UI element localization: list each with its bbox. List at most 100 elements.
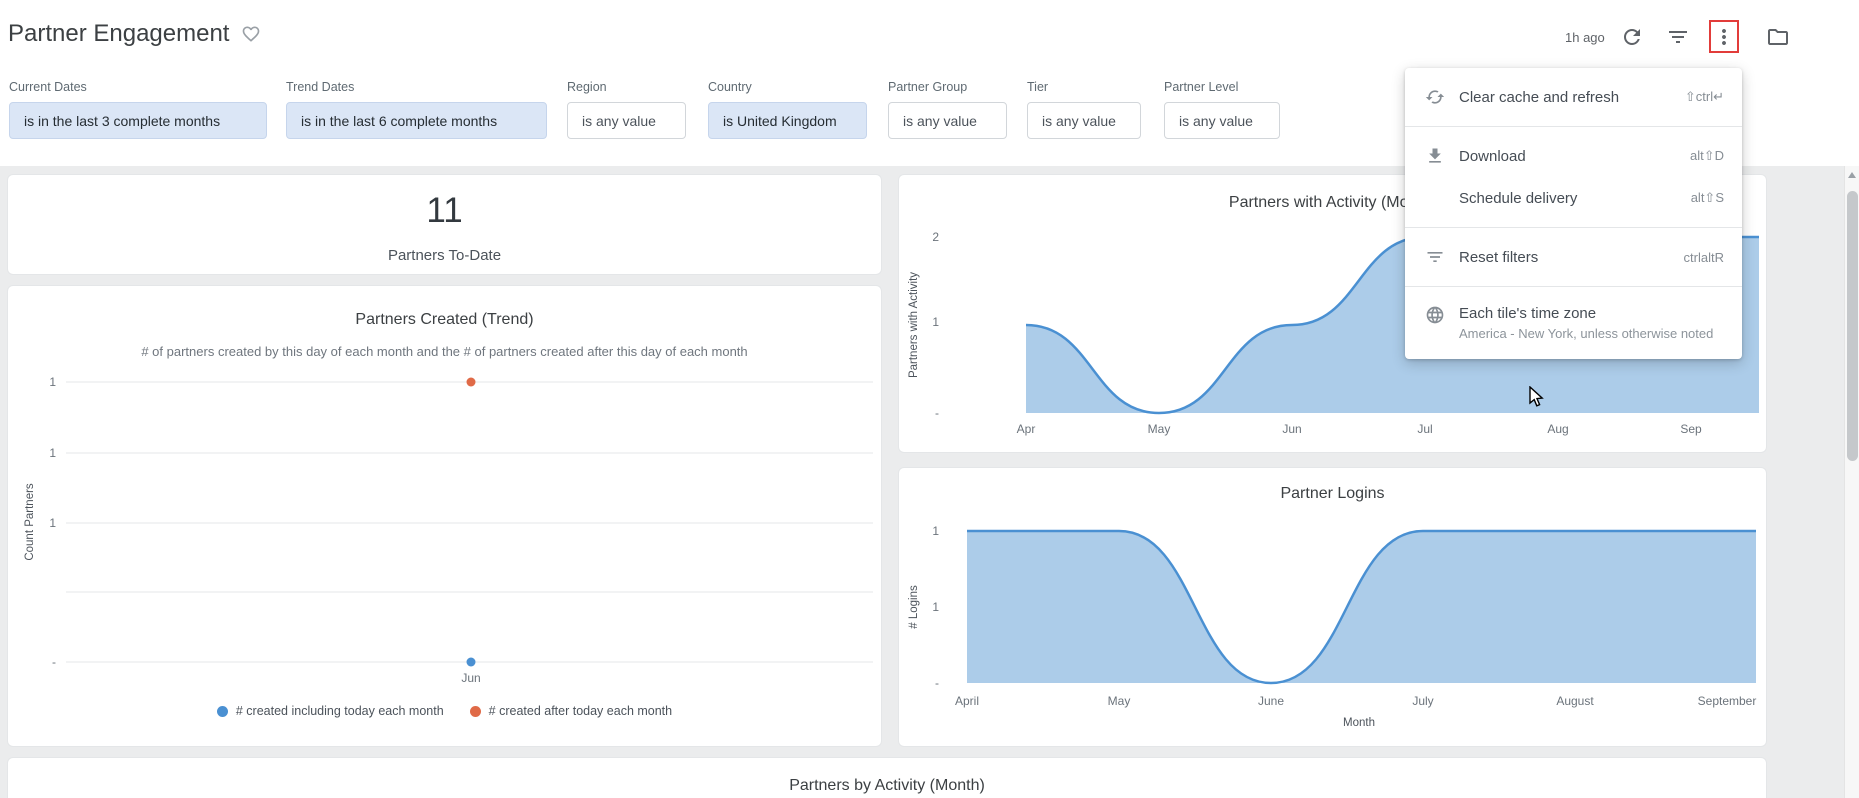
y-tick: 1 [932, 524, 939, 538]
filter-chip-tier[interactable]: is any value [1027, 102, 1141, 139]
y-tick: 1 [49, 375, 56, 389]
tile-options-menu: Clear cache and refresh ⇧ctrl↵ Download … [1405, 68, 1742, 359]
icon-placeholder [1425, 188, 1445, 208]
x-tick: May [1148, 422, 1171, 436]
filter-label: Trend Dates [286, 80, 355, 94]
filter-label: Partner Level [1164, 80, 1239, 94]
menu-item-shortcut: alt⇧S [1690, 190, 1724, 205]
download-icon [1429, 148, 1441, 163]
x-tick: Sep [1680, 422, 1702, 436]
y-tick: 1 [49, 516, 56, 530]
x-tick: June [1258, 694, 1284, 708]
menu-item-shortcut: alt⇧D [1689, 148, 1724, 163]
kpi-value: 11 [426, 191, 463, 230]
legend-swatch [216, 705, 228, 717]
menu-item-label: Reset filters [1459, 248, 1539, 266]
y-tick: - [935, 676, 939, 690]
tile-partners-to-date: 11 Partners To-Date [7, 174, 882, 275]
scrollbar-up-arrow[interactable] [1848, 172, 1856, 178]
legend-item-created-after[interactable]: # created after today each month [469, 704, 673, 718]
menu-item-reset-filters[interactable]: Reset filters ctrlaltR [1405, 236, 1742, 278]
last-refresh-timestamp: 1h ago [1565, 30, 1605, 45]
dashboard-page: Partner Engagement 1h ago Current Dates … [0, 0, 1859, 798]
y-tick: 1 [49, 446, 56, 460]
kpi-label: Partners To-Date [387, 247, 502, 264]
y-tick: - [52, 655, 56, 669]
filter-label: Partner Group [888, 80, 968, 94]
menu-item-clear-cache[interactable]: Clear cache and refresh ⇧ctrl↵ [1405, 76, 1742, 118]
menu-item-label: Clear cache and refresh [1459, 88, 1620, 106]
vertical-scrollbar [1844, 166, 1859, 798]
dashboard-header: Partner Engagement [8, 20, 261, 48]
data-point-created-including[interactable] [466, 657, 476, 667]
area-fill [967, 531, 1756, 683]
tile-partner-logins: Partner Logins 1 1 - # Logins April May … [898, 467, 1767, 747]
globe-icon [1426, 306, 1444, 324]
tile-partners-created-trend: Partners Created (Trend) # of partners c… [7, 285, 882, 747]
filter-icon [1427, 252, 1443, 262]
y-axis-title: Partners with Activity [908, 272, 920, 378]
x-tick: Aug [1547, 422, 1568, 436]
filter-country: Country is United Kingdom [708, 80, 867, 139]
legend-swatch [469, 705, 481, 717]
y-tick: 2 [932, 230, 939, 244]
filter-label: Country [708, 80, 752, 94]
page-title: Partner Engagement [8, 20, 230, 47]
filter-chip-partner-level[interactable]: is any value [1164, 102, 1280, 139]
menu-item-label: Schedule delivery [1459, 189, 1578, 207]
menu-item-sublabel: America - New York, unless otherwise not… [1459, 326, 1714, 341]
x-tick: Jun [1282, 422, 1301, 436]
folder-icon[interactable] [1766, 25, 1790, 49]
filter-chip-country[interactable]: is United Kingdom [708, 102, 867, 139]
menu-divider [1405, 227, 1742, 228]
data-point-created-after[interactable] [466, 377, 476, 387]
x-axis-title: Month [1343, 717, 1375, 729]
menu-item-shortcut: ⇧ctrl↵ [1684, 89, 1724, 104]
more-options-kebab-icon[interactable] [1712, 25, 1736, 49]
x-tick: July [1412, 694, 1433, 708]
legend-label: # created including today each month [235, 704, 444, 718]
y-tick: 1 [932, 600, 939, 614]
filter-partner-group: Partner Group is any value [888, 80, 1007, 139]
favorite-heart-icon[interactable] [241, 24, 261, 44]
x-tick: September [1698, 694, 1757, 708]
x-tick: April [955, 694, 979, 708]
tile-partners-by-activity: Partners by Activity (Month) [7, 757, 1767, 798]
filters-toggle-icon[interactable] [1666, 25, 1690, 49]
menu-item-label: Each tile's time zone [1459, 305, 1597, 322]
filter-chip-region[interactable]: is any value [567, 102, 686, 139]
x-tick: Jun [461, 671, 480, 685]
filter-tier: Tier is any value [1027, 80, 1141, 139]
filter-label: Tier [1027, 80, 1049, 94]
filter-region: Region is any value [567, 80, 686, 139]
menu-item-download[interactable]: Download alt⇧D [1405, 135, 1742, 177]
x-tick: May [1108, 694, 1131, 708]
partners-created-trend-chart: 1 1 1 - Count Partners Jun [24, 375, 873, 685]
sync-icon [1425, 90, 1445, 104]
y-axis-title: Count Partners [24, 483, 36, 561]
legend-label: # created after today each month [488, 704, 673, 718]
partner-logins-chart: 1 1 - # Logins April May June July Augus… [908, 524, 1757, 729]
legend-item-created-including[interactable]: # created including today each month [216, 704, 444, 718]
filter-chip-trend-dates[interactable]: is in the last 6 complete months [286, 102, 547, 139]
y-axis-title: # Logins [908, 585, 920, 629]
menu-item-schedule-delivery[interactable]: Schedule delivery alt⇧S [1405, 177, 1742, 219]
scrollbar-thumb[interactable] [1847, 191, 1858, 461]
chart-legend: # created including today each month # c… [8, 704, 881, 718]
filter-chip-current-dates[interactable]: is in the last 3 complete months [9, 102, 267, 139]
menu-item-shortcut: ctrlaltR [1683, 249, 1724, 265]
filter-trend-dates: Trend Dates is in the last 6 complete mo… [286, 80, 547, 139]
filter-label: Current Dates [9, 80, 87, 94]
menu-divider [1405, 126, 1742, 127]
menu-divider [1405, 286, 1742, 287]
y-tick: 1 [932, 315, 939, 329]
y-tick: - [935, 406, 939, 420]
x-tick: August [1556, 694, 1594, 708]
filter-partner-level: Partner Level is any value [1164, 80, 1280, 139]
menu-item-label: Download [1459, 147, 1526, 165]
refresh-icon[interactable] [1620, 25, 1644, 49]
gridlines [66, 381, 873, 663]
filter-label: Region [567, 80, 607, 94]
menu-item-timezone[interactable]: Each tile's time zone America - New York… [1405, 295, 1742, 351]
filter-chip-partner-group[interactable]: is any value [888, 102, 1007, 139]
